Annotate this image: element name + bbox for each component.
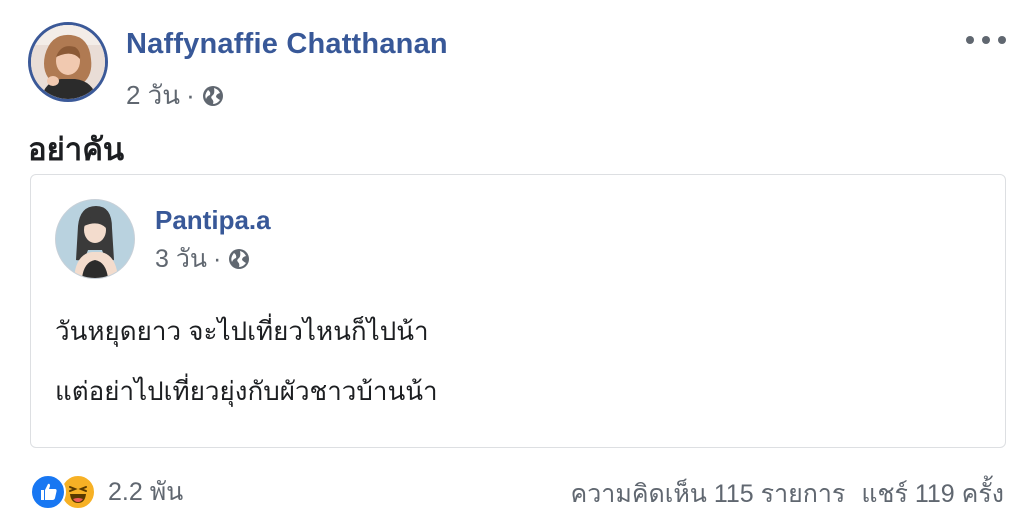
facebook-post: Naffynaffie Chatthanan 2 วัน · อย่าคัน P…: [0, 0, 1024, 527]
post-header: Naffynaffie Chatthanan 2 วัน ·: [28, 22, 1008, 110]
shared-post-card[interactable]: Pantipa.a 3 วัน · วันหยุดยาว จะไปเที่ยวไ…: [30, 174, 1006, 448]
shared-post-timestamp[interactable]: 3 วัน: [155, 239, 207, 279]
globe-icon[interactable]: [201, 84, 225, 108]
shared-author-name[interactable]: Pantipa.a: [155, 205, 271, 236]
meta-separator: ·: [212, 244, 222, 273]
comments-count[interactable]: ความคิดเห็น 115 รายการ: [571, 474, 846, 514]
meta-separator: ·: [186, 80, 195, 110]
shared-post-text-line: วันหยุดยาว จะไปเที่ยวไหนก็ไปน้า: [55, 316, 429, 346]
more-options-icon[interactable]: [966, 30, 1006, 50]
engagement-stats: ความคิดเห็น 115 รายการ แชร์ 119 ครั้ง: [571, 474, 1004, 514]
more-dot: [966, 36, 974, 44]
shared-post-text-line: แต่อย่าไปเที่ยวยุ่งกับผัวชาวบ้านน้า: [55, 376, 438, 406]
post-text: อย่าคัน: [28, 132, 125, 167]
globe-icon[interactable]: [227, 247, 251, 271]
reactions-summary[interactable]: 2.2 พัน: [30, 472, 183, 512]
more-dot: [998, 36, 1006, 44]
author-avatar[interactable]: [28, 22, 108, 102]
reaction-count[interactable]: 2.2 พัน: [108, 472, 183, 512]
author-avatar-photo: [31, 25, 105, 99]
author-name[interactable]: Naffynaffie Chatthanan: [126, 28, 448, 61]
post-footer: 2.2 พัน ความคิดเห็น 115 รายการ แชร์ 119 …: [30, 470, 1008, 514]
shared-avatar-illustration: [56, 200, 134, 278]
like-thumb-glyph: [41, 483, 57, 500]
like-icon[interactable]: [30, 474, 66, 510]
more-dot: [982, 36, 990, 44]
haha-face-glyph: [69, 486, 87, 503]
shared-author-avatar[interactable]: [55, 199, 135, 279]
post-meta: 2 วัน ·: [126, 75, 225, 116]
shares-count[interactable]: แชร์ 119 ครั้ง: [861, 474, 1004, 514]
post-timestamp[interactable]: 2 วัน: [126, 75, 180, 116]
shared-post-meta: 3 วัน ·: [155, 239, 251, 279]
